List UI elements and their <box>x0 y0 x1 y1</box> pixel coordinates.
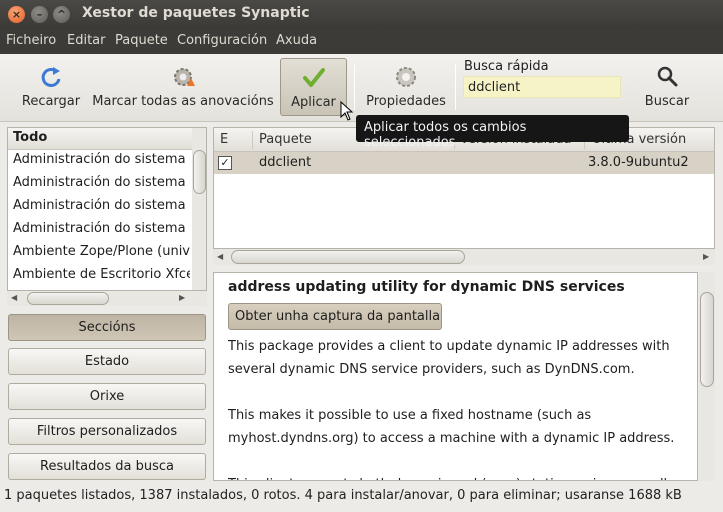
reload-button[interactable]: Recargar <box>17 58 85 116</box>
mark-all-upgrades-button[interactable]: Marcar todas as anovacións <box>88 58 278 116</box>
column-separator <box>252 131 253 149</box>
get-screenshot-button[interactable]: Obter unha captura da pantalla <box>228 303 442 330</box>
scroll-right-icon[interactable]: ▶ <box>703 252 709 261</box>
category-item[interactable]: Ambiente Zope/Plone (univ <box>8 242 190 265</box>
category-vertical-scrollbar[interactable] <box>192 128 206 290</box>
package-description: address updating utility for dynamic DNS… <box>213 272 698 481</box>
search-icon <box>657 66 678 87</box>
description-line: This client supports both dynamic and (n… <box>228 473 688 480</box>
menu-settings[interactable]: Configuración <box>177 33 267 48</box>
description-line: myhost.dyndns.org) to access a machine w… <box>228 431 675 446</box>
category-list: Todo Administración do sistema Administr… <box>7 127 207 291</box>
description-vertical-scrollbar[interactable] <box>699 272 715 481</box>
package-horizontal-scrollbar[interactable]: ◀ ▶ <box>213 249 715 265</box>
menu-file[interactable]: Ficheiro <box>6 33 56 48</box>
category-horizontal-scrollbar[interactable]: ◀ ▶ <box>7 291 207 306</box>
minimize-window-button[interactable]: – <box>31 6 48 23</box>
category-hscroll-thumb[interactable] <box>27 292 109 305</box>
quick-search-input[interactable] <box>463 76 621 98</box>
scroll-left-icon[interactable]: ◀ <box>217 252 223 261</box>
window-title: Xestor de paquetes Synaptic <box>82 5 310 21</box>
gear-upgrade-icon <box>174 68 195 86</box>
reload-label: Recargar <box>21 94 81 109</box>
search-label: Buscar <box>644 94 690 109</box>
category-item[interactable]: Ambiente de Escritorio Xfce <box>8 265 190 288</box>
description-line: This makes it possible to use a fixed ho… <box>228 408 592 423</box>
custom-filters-button[interactable]: Filtros personalizados <box>8 418 206 445</box>
maximize-window-button[interactable]: ^ <box>53 6 70 23</box>
apply-tooltip: Aplicar todos os cambios seleccionados <box>356 115 629 150</box>
column-package[interactable]: Paquete <box>259 132 312 147</box>
scroll-left-icon[interactable]: ◀ <box>11 293 17 302</box>
close-window-button[interactable]: × <box>8 6 25 23</box>
description-line: This package provides a client to update… <box>228 339 670 354</box>
status-bar: 1 paquetes listados, 1387 instalados, 0 … <box>0 486 723 512</box>
category-scroll-thumb[interactable] <box>193 150 206 194</box>
category-item[interactable]: Administración do sistema <box>8 173 190 196</box>
category-list-header[interactable]: Todo <box>8 128 206 150</box>
status-button[interactable]: Estado <box>8 348 206 375</box>
toolbar-separator <box>354 64 355 110</box>
checkmark-icon <box>302 68 325 87</box>
description-title: address updating utility for dynamic DNS… <box>228 279 625 295</box>
title-bar: × – ^ Xestor de paquetes Synaptic <box>0 0 723 29</box>
search-button[interactable]: Buscar <box>636 58 698 116</box>
package-checkbox[interactable]: ✓ <box>218 156 232 170</box>
reload-icon <box>41 67 61 87</box>
package-hscroll-thumb[interactable] <box>231 250 465 264</box>
mouse-cursor-icon <box>340 101 354 121</box>
search-results-button[interactable]: Resultados da busca <box>8 453 206 480</box>
apply-button[interactable]: Aplicar <box>280 58 347 116</box>
menu-edit[interactable]: Editar <box>67 33 106 48</box>
menu-help[interactable]: Axuda <box>276 33 317 48</box>
package-table: E Paquete Versión instalada Última versi… <box>213 127 715 249</box>
menu-bar: Ficheiro Editar Paquete Configuración Ax… <box>0 29 723 54</box>
column-status[interactable]: E <box>220 132 228 147</box>
mark-all-upgrades-label: Marcar todas as anovacións <box>92 94 274 109</box>
table-row[interactable]: ✓ ddclient 3.8.0-9ubuntu2 <box>214 152 714 174</box>
package-name: ddclient <box>259 155 312 170</box>
package-latest-version: 3.8.0-9ubuntu2 <box>588 155 689 170</box>
origin-button[interactable]: Orixe <box>8 383 206 410</box>
gear-icon <box>396 67 416 87</box>
sections-button[interactable]: Seccións <box>8 314 206 341</box>
description-line: several dynamic DNS service providers, s… <box>228 362 635 377</box>
apply-label: Aplicar <box>291 95 336 110</box>
category-item[interactable]: Administración do sistema <box>8 196 190 219</box>
properties-button[interactable]: Propiedades <box>362 58 450 116</box>
menu-package[interactable]: Paquete <box>115 33 168 48</box>
category-item[interactable]: Administración do sistema <box>8 150 190 173</box>
category-item[interactable]: Administración do sistema <box>8 219 190 242</box>
quick-search-label: Busca rápida <box>464 59 549 74</box>
properties-label: Propiedades <box>366 94 446 109</box>
description-scroll-thumb[interactable] <box>700 292 714 387</box>
scroll-right-icon[interactable]: ▶ <box>179 293 185 302</box>
toolbar-separator <box>455 64 456 110</box>
